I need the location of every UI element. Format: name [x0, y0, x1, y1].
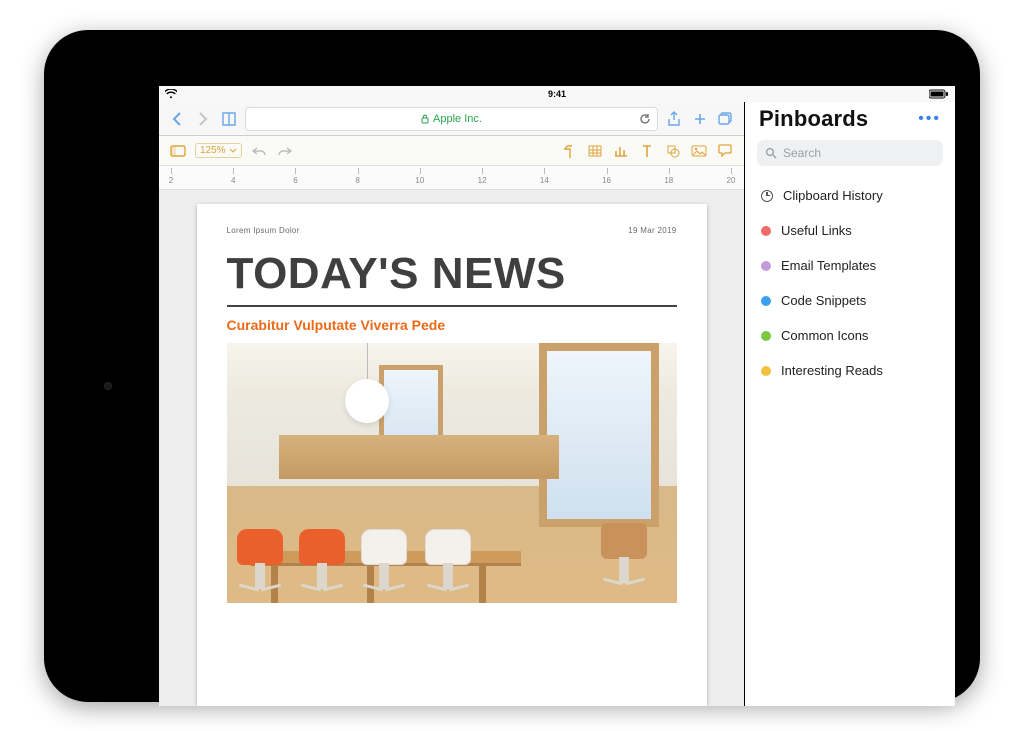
comment-button[interactable]: [716, 142, 734, 160]
pinboards-app: Pinboards ••• Search Clipboard History Us…: [745, 86, 955, 706]
search-field[interactable]: Search: [757, 140, 943, 166]
zoom-select[interactable]: 125%: [195, 143, 242, 158]
front-camera: [104, 382, 112, 390]
clock-icon: [761, 190, 773, 202]
pinboard-item[interactable]: Interesting Reads: [751, 353, 949, 388]
ruler-tick-label: 20: [727, 176, 736, 185]
ruler-tick-label: 6: [293, 176, 297, 185]
reload-button[interactable]: [639, 113, 651, 125]
ruler-tick-label: 14: [540, 176, 549, 185]
format-button[interactable]: [560, 142, 578, 160]
address-label: Apple Inc.: [433, 113, 482, 125]
pinboard-item-label: Useful Links: [781, 223, 852, 238]
share-button[interactable]: [664, 109, 684, 129]
doc-meta-left: Lorem Ipsum Dolor: [227, 226, 300, 235]
pinboard-item-label: Interesting Reads: [781, 363, 883, 378]
ruler-tick-label: 12: [478, 176, 487, 185]
ruler-tick-label: 10: [415, 176, 424, 185]
back-button[interactable]: [167, 109, 187, 129]
ruler: 2 4 6 8 10 12 14 16 18 20: [159, 166, 744, 190]
pinboard-item[interactable]: Common Icons: [751, 318, 949, 353]
bookmarks-button[interactable]: [219, 109, 239, 129]
pinboard-item-label: Clipboard History: [783, 188, 883, 203]
doc-headline[interactable]: TODAY'S NEWS: [227, 235, 677, 307]
wifi-icon: [165, 89, 177, 99]
address-bar[interactable]: Apple Inc.: [245, 107, 658, 131]
pinboard-item[interactable]: Clipboard History: [751, 178, 949, 213]
color-dot-icon: [761, 261, 771, 271]
pinboard-item-label: Code Snippets: [781, 293, 866, 308]
shape-button[interactable]: [664, 142, 682, 160]
new-tab-button[interactable]: [690, 109, 710, 129]
safari-app: Apple Inc.: [159, 86, 745, 706]
document-canvas[interactable]: Lorem Ipsum Dolor 19 Mar 2019 TODAY'S NE…: [159, 190, 744, 706]
pinboards-title: Pinboards: [759, 106, 868, 132]
battery-icon: [929, 89, 949, 99]
ruler-tick-label: 8: [355, 176, 359, 185]
view-mode-button[interactable]: [169, 142, 187, 160]
search-placeholder: Search: [783, 146, 821, 160]
redo-button[interactable]: [276, 142, 294, 160]
more-button[interactable]: •••: [918, 110, 941, 128]
color-dot-icon: [761, 226, 771, 236]
lock-icon: [421, 114, 429, 124]
pinboard-item-label: Email Templates: [781, 258, 876, 273]
undo-button[interactable]: [250, 142, 268, 160]
color-dot-icon: [761, 331, 771, 341]
ipad-screen: 9:41 Apple: [159, 86, 955, 706]
zoom-label: 125%: [200, 145, 226, 156]
chart-button[interactable]: [612, 142, 630, 160]
doc-subhead[interactable]: Curabitur Vulputate Viverra Pede: [227, 317, 677, 333]
editor-toolbar: 125%: [159, 136, 744, 166]
color-dot-icon: [761, 366, 771, 376]
text-button[interactable]: [638, 142, 656, 160]
hero-image[interactable]: [227, 343, 677, 603]
ruler-tick-label: 4: [231, 176, 235, 185]
document-page: Lorem Ipsum Dolor 19 Mar 2019 TODAY'S NE…: [197, 204, 707, 706]
ipad-bezel: 9:41 Apple: [44, 30, 980, 702]
forward-button[interactable]: [193, 109, 213, 129]
media-button[interactable]: [690, 142, 708, 160]
ruler-tick-label: 2: [169, 176, 173, 185]
ruler-tick-label: 18: [664, 176, 673, 185]
color-dot-icon: [761, 296, 771, 306]
pinboard-item[interactable]: Useful Links: [751, 213, 949, 248]
doc-meta-right: 19 Mar 2019: [628, 226, 676, 235]
table-button[interactable]: [586, 142, 604, 160]
pinboards-list: Clipboard History Useful Links Email Templ…: [745, 174, 955, 392]
clock-label: 9:41: [548, 89, 566, 99]
pinboard-item[interactable]: Code Snippets: [751, 283, 949, 318]
pinboard-item[interactable]: Email Templates: [751, 248, 949, 283]
tabs-button[interactable]: [716, 109, 736, 129]
ruler-tick-label: 16: [602, 176, 611, 185]
pinboard-item-label: Common Icons: [781, 328, 868, 343]
status-bar: 9:41: [159, 86, 955, 102]
safari-toolbar: Apple Inc.: [159, 102, 744, 136]
search-icon: [765, 147, 777, 159]
